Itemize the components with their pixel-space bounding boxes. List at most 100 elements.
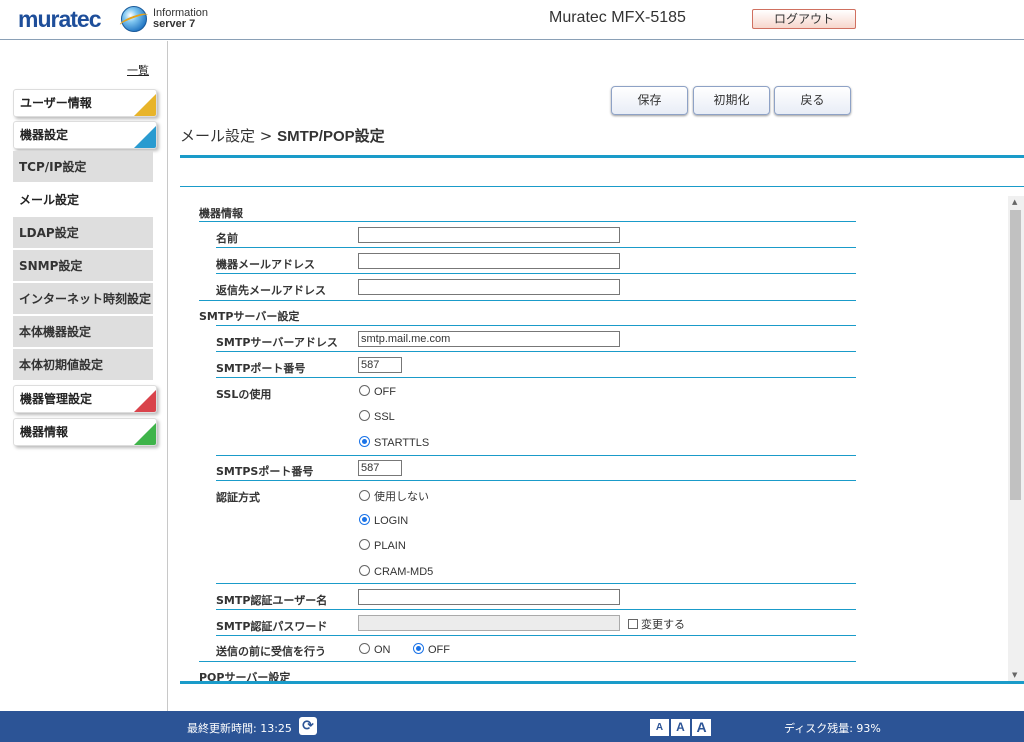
smtp-address-field[interactable]: smtp.mail.me.com [358, 331, 620, 347]
last-update-time: 最終更新時間: 13:25 [187, 722, 292, 735]
smtp-password-label: SMTP認証パスワード [216, 620, 328, 633]
section-smtp: SMTPサーバー設定 [199, 310, 300, 323]
header: muratec Information server 7 Muratec MFX… [0, 0, 1024, 40]
radio-off-icon [359, 565, 370, 576]
settings-form: 機器情報 名前 機器メールアドレス 返信先メールアドレス SMTPサーバー設定 … [180, 196, 1008, 681]
radio-label: CRAM-MD5 [374, 566, 434, 578]
sidebar-item-snmp[interactable]: SNMP設定 [13, 250, 153, 282]
sidebar-item-tcpip[interactable]: TCP/IP設定 [13, 151, 153, 183]
checkbox-label: 変更する [641, 618, 685, 631]
radio-off-icon [359, 385, 370, 396]
logout-button[interactable]: ログアウト [752, 9, 856, 29]
back-button[interactable]: 戻る [774, 86, 851, 115]
auth-none-radio[interactable]: 使用しない [359, 488, 429, 504]
change-password-checkbox[interactable]: 変更する [628, 616, 685, 632]
auth-login-radio[interactable]: LOGIN [359, 514, 408, 527]
auth-crammd5-radio[interactable]: CRAM-MD5 [359, 565, 433, 578]
scroll-up-icon[interactable]: ▲ [1012, 198, 1017, 206]
ssl-label: SSLの使用 [216, 388, 272, 401]
divider [216, 609, 856, 610]
radio-label: 使用しない [374, 491, 429, 503]
scroll-thumb[interactable] [1010, 210, 1021, 500]
divider [199, 300, 856, 301]
radio-off-icon [359, 539, 370, 550]
sidebar-category-device-management[interactable]: 機器管理設定 [13, 385, 157, 413]
radio-on-icon [413, 643, 424, 654]
title-prefix: メール設定 > [180, 127, 278, 145]
radio-label: SSL [374, 411, 395, 423]
product-name: Information server 7 [153, 8, 208, 30]
disk-remaining: ディスク残量: 93% [784, 722, 881, 735]
globe-icon [121, 6, 147, 32]
radio-on-icon [359, 514, 370, 525]
sidebar-category-device-settings[interactable]: 機器設定 [13, 121, 157, 149]
radio-label: STARTTLS [374, 437, 430, 449]
divider [216, 455, 856, 456]
corner-accent-icon [134, 423, 156, 445]
font-size-small-button[interactable]: A [650, 719, 669, 736]
category-label: 機器管理設定 [20, 392, 93, 406]
font-size-large-button[interactable]: A [692, 719, 711, 736]
pop-before-off-radio[interactable]: OFF [413, 643, 450, 656]
sidebar: 一覧 ユーザー情報 機器設定 TCP/IP設定 メール設定 LDAP設定 SNM… [0, 41, 168, 711]
form-scrollbar[interactable]: ▲ ▼ [1008, 196, 1024, 681]
scroll-down-icon[interactable]: ▼ [1012, 671, 1017, 679]
radio-off-icon [359, 410, 370, 421]
checkbox-icon [628, 619, 638, 629]
smtp-user-field[interactable] [358, 589, 620, 605]
divider [216, 635, 856, 636]
main-content: 保存 初期化 戻る メール設定 > SMTP/POP設定 機器情報 名前 機器メ… [169, 41, 1024, 711]
reply-mail-field[interactable] [358, 279, 620, 295]
app-window: muratec Information server 7 Muratec MFX… [0, 0, 1024, 742]
reply-mail-label: 返信先メールアドレス [216, 284, 326, 297]
category-label: ユーザー情報 [20, 96, 92, 110]
radio-on-icon [359, 436, 370, 447]
divider [199, 661, 856, 662]
corner-accent-icon [134, 390, 156, 412]
pop-before-on-radio[interactable]: ON [359, 643, 391, 656]
divider [216, 480, 856, 481]
device-mail-label: 機器メールアドレス [216, 258, 315, 271]
corner-accent-icon [134, 126, 156, 148]
smtps-port-field[interactable]: 587 [358, 460, 402, 476]
smtp-port-field[interactable]: 587 [358, 357, 402, 373]
ssl-ssl-radio[interactable]: SSL [359, 410, 395, 423]
form-top-divider [180, 186, 1024, 187]
sidebar-item-ldap[interactable]: LDAP設定 [13, 217, 153, 249]
radio-label: PLAIN [374, 540, 406, 552]
radio-off-icon [359, 490, 370, 501]
auth-label: 認証方式 [216, 491, 260, 504]
sidebar-category-user-info[interactable]: ユーザー情報 [13, 89, 157, 117]
divider [216, 583, 856, 584]
sidebar-category-device-info[interactable]: 機器情報 [13, 418, 157, 446]
section-pop: POPサーバー設定 [199, 671, 291, 681]
smtp-address-label: SMTPサーバーアドレス [216, 336, 338, 349]
smtp-password-field[interactable] [358, 615, 620, 631]
title-divider [180, 155, 1024, 158]
ssl-starttls-radio[interactable]: STARTTLS [359, 436, 429, 449]
auth-plain-radio[interactable]: PLAIN [359, 539, 406, 552]
divider [216, 351, 856, 352]
radio-label: OFF [374, 386, 396, 398]
sidebar-item-device-unit[interactable]: 本体機器設定 [13, 316, 153, 348]
smtp-user-label: SMTP認証ユーザー名 [216, 594, 328, 607]
ssl-off-radio[interactable]: OFF [359, 385, 396, 398]
name-field[interactable] [358, 227, 620, 243]
sidebar-item-mail[interactable]: メール設定 [13, 184, 153, 216]
radio-label: OFF [428, 644, 450, 656]
divider [199, 221, 856, 222]
sidebar-item-device-defaults[interactable]: 本体初期値設定 [13, 349, 153, 381]
list-link[interactable]: 一覧 [127, 62, 149, 78]
smtp-port-label: SMTPポート番号 [216, 362, 306, 375]
sidebar-item-internet-time[interactable]: インターネット時刻設定 [13, 283, 153, 315]
name-label: 名前 [216, 232, 238, 245]
refresh-icon[interactable]: ⟳ [299, 717, 317, 735]
device-mail-field[interactable] [358, 253, 620, 269]
initialize-button[interactable]: 初期化 [693, 86, 770, 115]
divider [216, 247, 856, 248]
corner-accent-icon [134, 94, 156, 116]
category-label: 機器設定 [20, 128, 69, 142]
section-device-info: 機器情報 [199, 207, 243, 220]
save-button[interactable]: 保存 [611, 86, 688, 115]
font-size-medium-button[interactable]: A [671, 719, 690, 736]
